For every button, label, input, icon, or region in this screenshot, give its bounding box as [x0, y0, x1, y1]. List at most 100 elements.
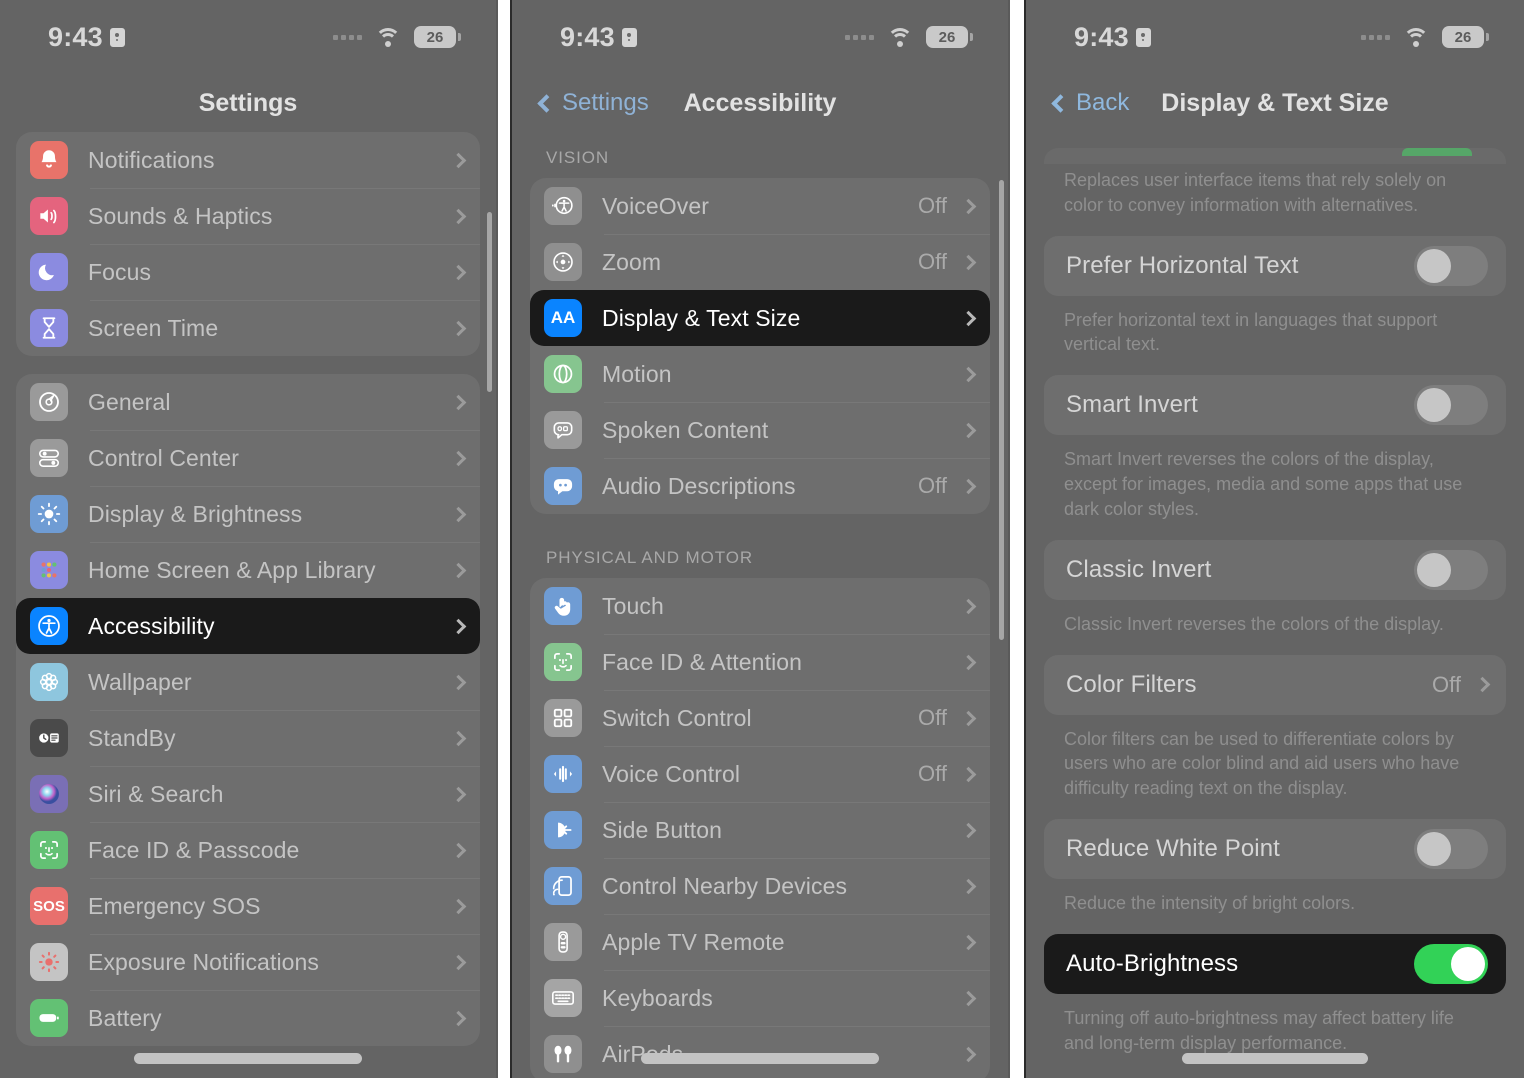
setting-row[interactable]: Smart Invert [1044, 375, 1506, 436]
list-item[interactable]: Side Button [530, 802, 990, 858]
list-item-label: Control Center [88, 444, 239, 471]
list-item[interactable]: Face ID & Attention [530, 634, 990, 690]
emergency-sos-icon: SOS [30, 887, 68, 925]
setting-row-footnote: Color filters can be used to differentia… [1064, 728, 1460, 799]
list-item[interactable]: Spoken Content [530, 402, 990, 458]
list-item[interactable]: Audio Descriptions Off [530, 458, 990, 514]
scrollbar-indicator[interactable] [999, 180, 1004, 640]
setting-row[interactable]: Prefer Horizontal Text [1044, 235, 1506, 296]
list-item[interactable]: Apple TV Remote [530, 914, 990, 970]
section-header: VISION [546, 148, 610, 167]
motion-icon [544, 355, 582, 393]
list-item-selected[interactable]: Accessibility [16, 598, 480, 654]
navigation-bar-display-text-size: Back Display & Text Size [1026, 74, 1524, 132]
list-item-label: Sounds & Haptics [88, 202, 273, 229]
list-item-selected[interactable]: AA Display & Text Size [530, 290, 990, 346]
cut-off-toggle-row-above [1044, 132, 1506, 164]
focus-moon-icon [30, 253, 68, 291]
list-item[interactable]: Zoom Off [530, 234, 990, 290]
list-item[interactable]: Touch [530, 578, 990, 634]
list-item-label: Display & Text Size [602, 304, 801, 331]
settings-group: VoiceOver Off Zoom Off AA Display & Text Size… [530, 178, 990, 514]
list-item-label: Exposure Notifications [88, 948, 320, 975]
list-item-label: Control Nearby Devices [602, 872, 848, 899]
list-item-label: General [88, 388, 171, 415]
list-item[interactable]: Display & Brightness [16, 486, 480, 542]
settings-group-2: General Control Center Display & Brightnes… [16, 374, 480, 1046]
display-brightness-sun-icon [30, 495, 68, 533]
list-item[interactable]: Exposure Notifications [16, 934, 480, 990]
chevron-right-icon [450, 898, 467, 914]
list-item[interactable]: SOS Emergency SOS [16, 878, 480, 934]
list-item[interactable]: Notifications [16, 132, 480, 188]
chevron-right-icon [960, 654, 977, 670]
list-item[interactable]: Sounds & Haptics [16, 188, 480, 244]
list-item[interactable]: Siri & Search [16, 766, 480, 822]
setting-row[interactable]: Reduce White Point [1044, 819, 1506, 880]
display-text-size-scroll-area[interactable]: Replaces user interface items that rely … [1026, 132, 1524, 1078]
list-item[interactable]: StandBy [16, 710, 480, 766]
list-item[interactable]: Focus [16, 244, 480, 300]
list-item-label: Wallpaper [88, 668, 192, 695]
setting-row-control [1414, 385, 1488, 426]
chevron-right-icon [960, 598, 977, 614]
settings-scroll-area[interactable]: Notifications Sounds & Haptics Focus Screen… [0, 132, 496, 1078]
setting-row-label: Smart Invert [1066, 391, 1198, 419]
list-item[interactable]: General [16, 374, 480, 430]
list-item[interactable]: Voice Control Off [530, 746, 990, 802]
list-item[interactable]: Control Center [16, 430, 480, 486]
list-item[interactable]: Wallpaper [16, 654, 480, 710]
audio-descriptions-icon [544, 467, 582, 505]
chevron-right-icon [450, 208, 467, 224]
touch-hand-icon [544, 587, 582, 625]
back-button[interactable]: Back [1050, 89, 1129, 117]
setting-row-label: Reduce White Point [1066, 835, 1280, 863]
chevron-right-icon [1474, 676, 1491, 693]
exposure-notifications-icon [30, 943, 68, 981]
control-nearby-devices-icon [544, 867, 582, 905]
chevron-right-icon [960, 366, 977, 382]
list-item[interactable]: AirPods [530, 1026, 990, 1078]
wifi-icon [887, 27, 913, 47]
toggle-switch-off[interactable] [1414, 385, 1488, 426]
partial-toggle-on-icon[interactable] [1402, 148, 1472, 156]
toggle-switch-off[interactable] [1414, 829, 1488, 870]
status-bar-left: 9:43 [560, 22, 637, 53]
setting-row-footnote: Smart Invert reverses the colors of the … [1064, 449, 1463, 519]
list-item[interactable]: Battery [16, 990, 480, 1046]
toggle-knob [1451, 946, 1485, 981]
lock-portrait-icon [109, 27, 125, 47]
back-button-settings[interactable]: Settings [536, 89, 649, 117]
toggle-switch-off[interactable] [1414, 549, 1488, 590]
accessibility-scroll-area[interactable]: VISION VoiceOver Off Zoom Off AA Display & Tex… [512, 132, 1008, 1078]
list-item[interactable]: Screen Time [16, 300, 480, 356]
chevron-right-icon [960, 478, 977, 494]
section-header: PHYSICAL AND MOTOR [546, 548, 754, 567]
scrollbar-indicator[interactable] [487, 212, 492, 392]
toggle-switch-on[interactable] [1414, 943, 1488, 984]
status-bar: 9:43 26 [0, 0, 496, 74]
list-item[interactable]: Keyboards [530, 970, 990, 1026]
toggle-knob [1417, 388, 1451, 423]
status-bar: 9:43 26 [512, 0, 1008, 74]
wifi-icon [1403, 27, 1429, 47]
switch-control-icon [544, 699, 582, 737]
setting-row[interactable]: Color Filters Off [1044, 654, 1506, 715]
status-bar-right: 26 [1361, 26, 1489, 48]
list-item[interactable]: Control Nearby Devices [530, 858, 990, 914]
list-item-value: Off [918, 705, 947, 730]
toggle-switch-off[interactable] [1414, 245, 1488, 286]
setting-row-selected[interactable]: Auto-Brightness [1044, 933, 1506, 994]
standby-clock-icon [30, 719, 68, 757]
list-item[interactable]: Face ID & Passcode [16, 822, 480, 878]
list-item[interactable]: Home Screen & App Library [16, 542, 480, 598]
chevron-right-icon [450, 1010, 467, 1026]
list-item[interactable]: Switch Control Off [530, 690, 990, 746]
lock-portrait-icon [1135, 27, 1151, 47]
chevron-right-icon [960, 198, 977, 214]
list-item[interactable]: Motion [530, 346, 990, 402]
battery-icon [30, 999, 68, 1037]
list-item[interactable]: VoiceOver Off [530, 178, 990, 234]
chevron-right-icon [450, 618, 467, 634]
setting-row[interactable]: Classic Invert [1044, 539, 1506, 600]
